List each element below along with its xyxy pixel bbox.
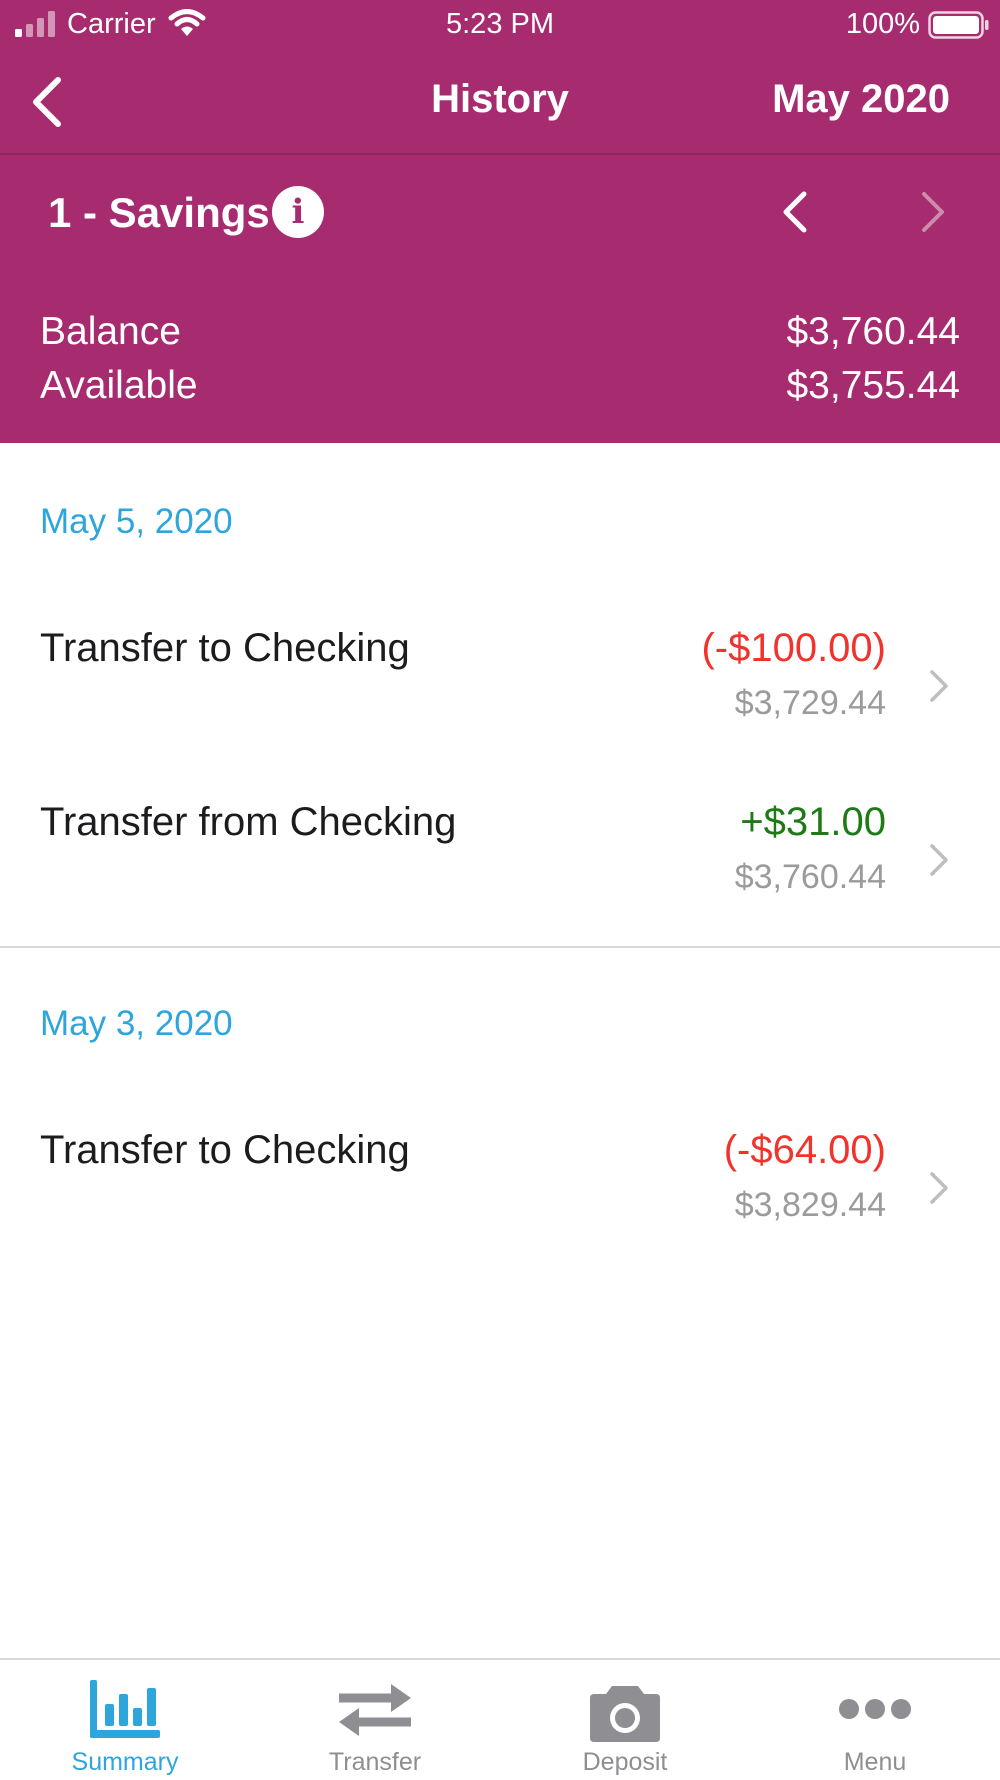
header-divider [0,153,1000,155]
chevron-right-icon [930,844,948,876]
tab-bar: Summary Transfer Deposit Menu [0,1658,1000,1780]
bar-chart-icon [90,1680,160,1738]
transaction-amount: (-$100.00) [701,626,886,670]
section-divider [0,946,1000,948]
previous-account-chevron-icon[interactable] [780,190,810,234]
tab-label: Summary [71,1748,179,1776]
available-label: Available [40,364,198,407]
account-name: 1 - Savings [48,189,270,236]
balance-label: Balance [40,310,181,353]
transfer-arrows-icon [339,1684,411,1736]
transaction-amount: +$31.00 [740,800,886,844]
status-bar: Carrier 5:23 PM 100% [0,0,1000,50]
date-header: May 3, 2020 [40,1004,233,1043]
more-dots-icon [839,1699,911,1719]
available-value: $3,755.44 [786,364,960,407]
chevron-right-icon [930,670,948,702]
tab-menu[interactable]: Menu [750,1660,1000,1780]
running-balance: $3,729.44 [734,684,886,722]
tab-label: Deposit [582,1748,668,1776]
balance-value: $3,760.44 [786,310,960,353]
battery-icon [928,11,989,39]
transaction-description: Transfer to Checking [40,1128,410,1172]
tab-summary[interactable]: Summary [0,1660,250,1780]
month-selector[interactable]: May 2020 [772,77,950,122]
chevron-right-icon [930,1172,948,1204]
battery-percent: 100% [845,8,920,40]
transaction-description: Transfer from Checking [40,800,457,844]
running-balance: $3,760.44 [734,858,886,896]
date-header: May 5, 2020 [40,502,233,541]
running-balance: $3,829.44 [734,1186,886,1224]
info-icon[interactable]: i [272,186,324,238]
camera-icon [590,1686,660,1742]
tab-deposit[interactable]: Deposit [500,1660,750,1780]
tab-transfer[interactable]: Transfer [250,1660,500,1780]
transaction-description: Transfer to Checking [40,626,410,670]
tab-label: Transfer [328,1748,422,1776]
tab-label: Menu [843,1748,907,1776]
next-account-chevron-icon[interactable] [918,190,948,234]
transaction-amount: (-$64.00) [723,1128,886,1172]
